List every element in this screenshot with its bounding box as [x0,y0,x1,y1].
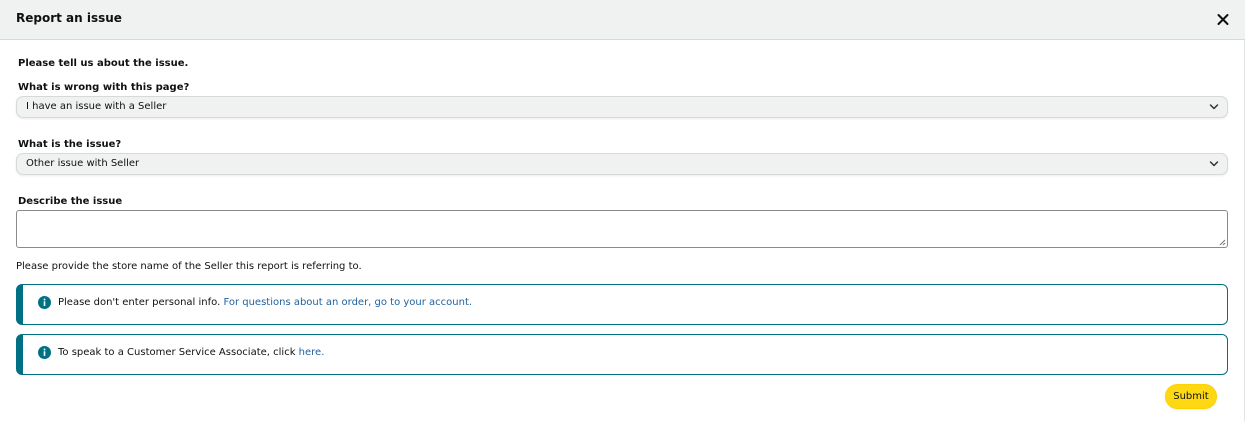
helper-text: Please provide the store name of the Sel… [16,261,362,272]
alert-message: Please don't enter personal info. For qu… [58,297,472,308]
describe-issue-label: Describe the issue [18,196,123,207]
personal-info-alert: Please don't enter personal info. For qu… [16,284,1228,325]
close-icon [1217,14,1229,25]
customer-service-link[interactable]: here. [299,347,325,358]
info-icon [38,346,51,359]
submit-button[interactable]: Submit [1165,384,1217,409]
customer-service-alert: To speak to a Customer Service Associate… [16,334,1228,375]
dialog-title: Report an issue [16,11,122,25]
alert-message: To speak to a Customer Service Associate… [58,347,324,358]
alert-text: To speak to a Customer Service Associate… [58,347,299,358]
question-issue-type-label: What is the issue? [18,139,122,150]
info-icon [38,296,51,309]
issue-type-select[interactable]: Other issue with Seller [16,153,1228,175]
close-button[interactable] [1215,10,1231,28]
page-issue-select[interactable]: I have an issue with a Seller [16,96,1228,118]
issue-type-selected-value: Other issue with Seller [26,158,140,169]
chevron-down-icon [1209,104,1219,110]
report-issue-dialog: Report an issue Please tell us about the… [0,0,1245,422]
chevron-down-icon [1209,161,1219,167]
alert-text: Please don't enter personal info. [58,297,224,308]
dialog-header: Report an issue [0,0,1245,40]
question-page-issue-label: What is wrong with this page? [18,82,190,93]
account-link[interactable]: For questions about an order, go to your… [223,297,472,308]
resize-grip-icon[interactable] [1219,239,1226,246]
describe-issue-textarea[interactable] [16,210,1228,248]
form-intro: Please tell us about the issue. [18,58,189,69]
page-issue-selected-value: I have an issue with a Seller [26,101,167,112]
